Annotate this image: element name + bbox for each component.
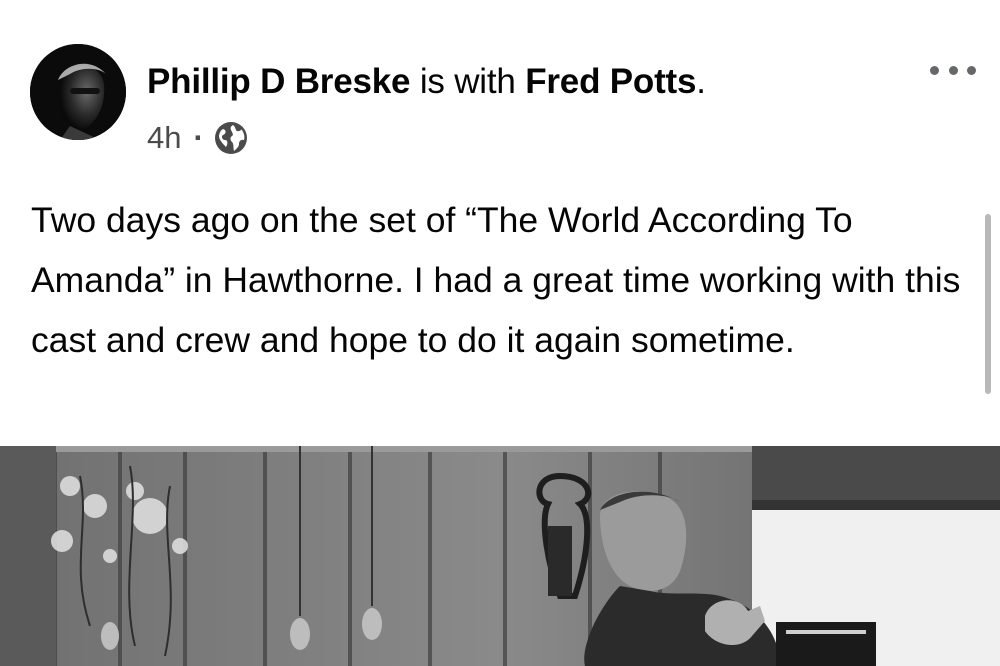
tagged-name[interactable]: Fred Potts [525,62,696,101]
post-header: Phillip D Breske is with Fred Potts. 4h … [0,0,1000,180]
globe-icon[interactable] [214,121,248,155]
post-meta: 4h · [147,118,248,158]
post-photo[interactable] [0,446,1000,666]
more-dot [948,65,958,75]
more-dot [967,65,976,75]
with-text: is with [419,62,516,101]
author-name[interactable]: Phillip D Breske [147,62,410,101]
end-punct: . [696,62,706,101]
avatar[interactable] [30,44,126,140]
post-time[interactable]: 4h [147,118,181,158]
meta-separator: · [193,120,204,155]
post-text: Two days ago on the set of “The World Ac… [31,200,961,360]
avatar-image [30,44,126,140]
scrollbar[interactable] [985,214,991,394]
post-author-line: Phillip D Breske is with Fred Potts. [147,60,706,104]
more-dot [930,65,939,75]
photo-image [0,446,1000,666]
more-options-button[interactable] [930,58,976,82]
